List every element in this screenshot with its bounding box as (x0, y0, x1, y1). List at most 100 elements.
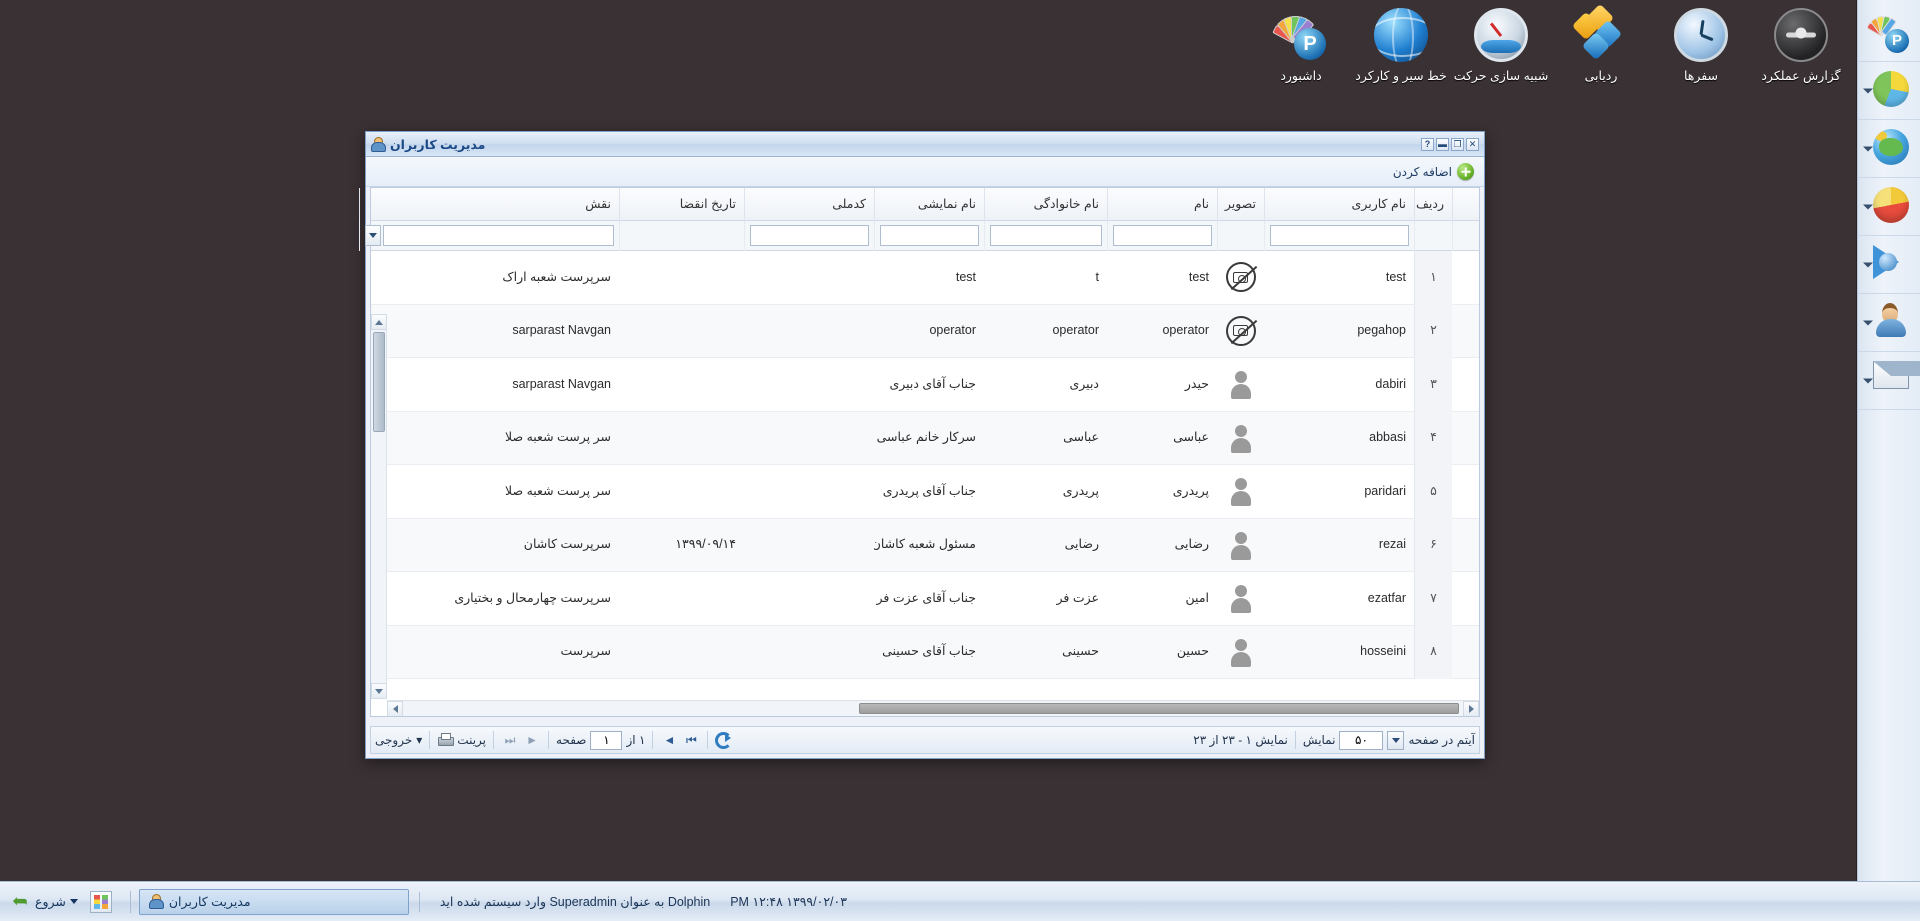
toolbar-item-tracking[interactable]: ردیابی (1551, 3, 1651, 126)
filter-input-displayname[interactable] (880, 225, 979, 246)
column-header-displayname[interactable]: نام نمایشی (874, 187, 984, 221)
launcher-item-reports[interactable] (1858, 178, 1920, 236)
filter-input-username[interactable] (1270, 225, 1409, 246)
window-title-bar[interactable]: ✕ ❐ ▬ ? مدیریت کاربران (366, 132, 1484, 157)
column-header-expirydate[interactable]: تاریخ انقضا (619, 187, 744, 221)
row-spacer-cell (1452, 411, 1479, 465)
table-row[interactable]: ۸ hosseini حسین حسینی جناب آقای حسینی سرپرست (371, 625, 1479, 679)
cell-expirydate: ۱۳۹۹/۰۹/۱۴ (675, 537, 736, 551)
start-button[interactable]: شروع (6, 890, 84, 913)
column-header-username[interactable]: نام کاربری (1264, 187, 1414, 221)
chevron-down-icon[interactable] (365, 225, 381, 246)
toolbar-item-dashboard[interactable]: P داشبورد (1251, 8, 1351, 126)
page-number-input[interactable] (590, 730, 623, 750)
printer-icon[interactable] (437, 732, 455, 748)
cell-expirydate (619, 304, 744, 358)
dashboard-quicklaunch-icon[interactable] (89, 890, 112, 913)
grid-horizontal-scrollbar[interactable] (387, 700, 1479, 716)
cell-row-number: ۳ (1414, 357, 1452, 411)
cell-firstname: امین (1185, 590, 1209, 605)
filter-input-nationalid[interactable] (750, 225, 869, 246)
toolbar-item-performance-report[interactable]: گزارش عملکرد (1751, 8, 1851, 126)
launcher-item-dashboard[interactable]: P (1858, 4, 1920, 62)
export-caret-icon[interactable]: ▾ (416, 733, 422, 747)
cell-lastname: رضایی (1064, 537, 1099, 551)
table-row[interactable]: ۵ paridari پریدری پریدری جناب آقای پریدری سر … (371, 464, 1479, 519)
filter-cell-role (359, 220, 619, 251)
last-page-button[interactable]: ⏭ (501, 731, 519, 749)
column-header-nationalid[interactable]: کدملی (744, 187, 874, 221)
table-row[interactable]: ۷ ezatfar امین عزت فر جناب آقای عزت فر سرپرست… (371, 571, 1479, 626)
taskbar: شروع مدیریت کاربران Dolphin به عنوان Sup… (0, 881, 1920, 921)
maximize-button[interactable]: ❐ (1451, 137, 1464, 151)
horizontal-scroll-thumb[interactable] (859, 703, 1459, 714)
scroll-right-icon[interactable] (1463, 701, 1479, 716)
launcher-item-map[interactable] (1858, 120, 1920, 178)
route-globe-icon (1374, 8, 1428, 62)
launcher-item-pie-chart[interactable] (1858, 62, 1920, 120)
launcher-item-messages[interactable] (1858, 352, 1920, 410)
vertical-scroll-thumb[interactable] (373, 332, 385, 432)
refresh-icon[interactable] (715, 731, 733, 749)
row-spacer-cell (1452, 251, 1479, 304)
taskbar-status-area: Dolphin به عنوان Superadmin وارد سیستم ش… (409, 891, 847, 912)
cell-username: paridari (1364, 483, 1406, 498)
cell-username: abbasi (1369, 430, 1406, 444)
next-page-button[interactable]: ► (523, 731, 541, 749)
grid-rows-container: ۱ test test t test سرپرست شعبه اراک ۲ pegahop op… (371, 251, 1479, 679)
chevron-down-icon[interactable] (1387, 730, 1405, 750)
pager-divider (493, 731, 495, 749)
toolbar-item-trips[interactable]: سفرها (1651, 8, 1751, 126)
filter-input-lastname[interactable] (990, 225, 1102, 246)
add-user-button[interactable]: اضافه کردن (1389, 161, 1478, 182)
grid-vertical-scrollbar[interactable] (371, 314, 387, 699)
table-row[interactable]: ۴ abbasi عباسی عباسی سرکار خانم عباسی سر پرست… (371, 411, 1479, 465)
table-row[interactable]: ۲ pegahop operator operator operator sarparas… (371, 304, 1479, 358)
cell-lastname: عباسی (1063, 430, 1099, 444)
table-row[interactable]: ۱ test test t test سرپرست شعبه اراک (371, 251, 1479, 305)
column-header-image[interactable]: تصویر (1217, 187, 1264, 221)
first-page-button[interactable]: ⏮ (682, 731, 700, 749)
grid-body: ۱ test test t test سرپرست شعبه اراک ۲ pegahop op… (371, 251, 1479, 716)
column-header-role[interactable]: نقش (359, 187, 619, 221)
close-button[interactable]: ✕ (1466, 137, 1479, 151)
table-row[interactable]: ۳ dabiri حیدر دبیری جناب آقای دبیری sarparast… (371, 357, 1479, 412)
column-header-firstname[interactable]: نام (1107, 187, 1217, 221)
filter-cell-expirydate (619, 220, 744, 251)
column-header-lastname[interactable]: نام خانوادگی (984, 187, 1107, 221)
page-size-input[interactable] (1339, 730, 1384, 750)
filter-cell-firstname (1107, 220, 1217, 251)
export-button[interactable]: خروجی (375, 733, 412, 747)
cell-avatar (1217, 625, 1264, 679)
users-grid: ردیف نام کاربری تصویر نام نام خانوادگی ن… (359, 187, 1480, 717)
cell-expirydate (619, 572, 744, 626)
table-row[interactable]: ۶ rezai رضایی رضایی مسئول شعبه کاشان ۱۳۹۹/۰۹/… (371, 518, 1479, 572)
chevron-down-icon[interactable] (69, 899, 78, 904)
pager-left-group: نمایش ۱ - ۲۳ از ۲۳ نمایش آیتم در صفحه (1193, 730, 1475, 750)
cell-nationalid (744, 251, 874, 304)
items-per-page-label: آیتم در صفحه (1408, 733, 1475, 747)
toolbar-item-route[interactable]: خط سیر و کارکرد (1351, 8, 1451, 126)
column-header-row-number[interactable]: ردیف (1414, 187, 1452, 221)
toolbar-item-motion-simulation[interactable]: شبیه سازی حرکت (1451, 8, 1551, 126)
scroll-left-icon[interactable] (387, 701, 403, 716)
print-button[interactable]: پرینت (457, 733, 486, 747)
right-launcher-bar: P (1857, 0, 1920, 881)
launcher-item-playback[interactable] (1858, 236, 1920, 294)
globe-map-icon (1869, 128, 1909, 169)
minimize-button[interactable]: ▬ (1436, 137, 1449, 151)
filter-input-firstname[interactable] (1113, 225, 1212, 246)
scroll-up-icon[interactable] (371, 314, 387, 330)
taskbar-item-user-management[interactable]: مدیریت کاربران (138, 888, 409, 915)
filter-input-role[interactable] (383, 225, 614, 246)
cell-nationalid (744, 625, 874, 679)
filter-cell-displayname (874, 220, 984, 251)
cell-role: سرپرست (560, 644, 612, 658)
cell-row-number: ۶ (1414, 518, 1452, 572)
avatar (1226, 583, 1256, 614)
scroll-down-icon[interactable] (371, 683, 387, 699)
prev-page-button[interactable]: ◄ (660, 731, 678, 749)
cell-firstname: operator (1162, 323, 1209, 337)
help-button[interactable]: ? (1421, 137, 1434, 151)
launcher-item-users[interactable] (1858, 294, 1920, 352)
